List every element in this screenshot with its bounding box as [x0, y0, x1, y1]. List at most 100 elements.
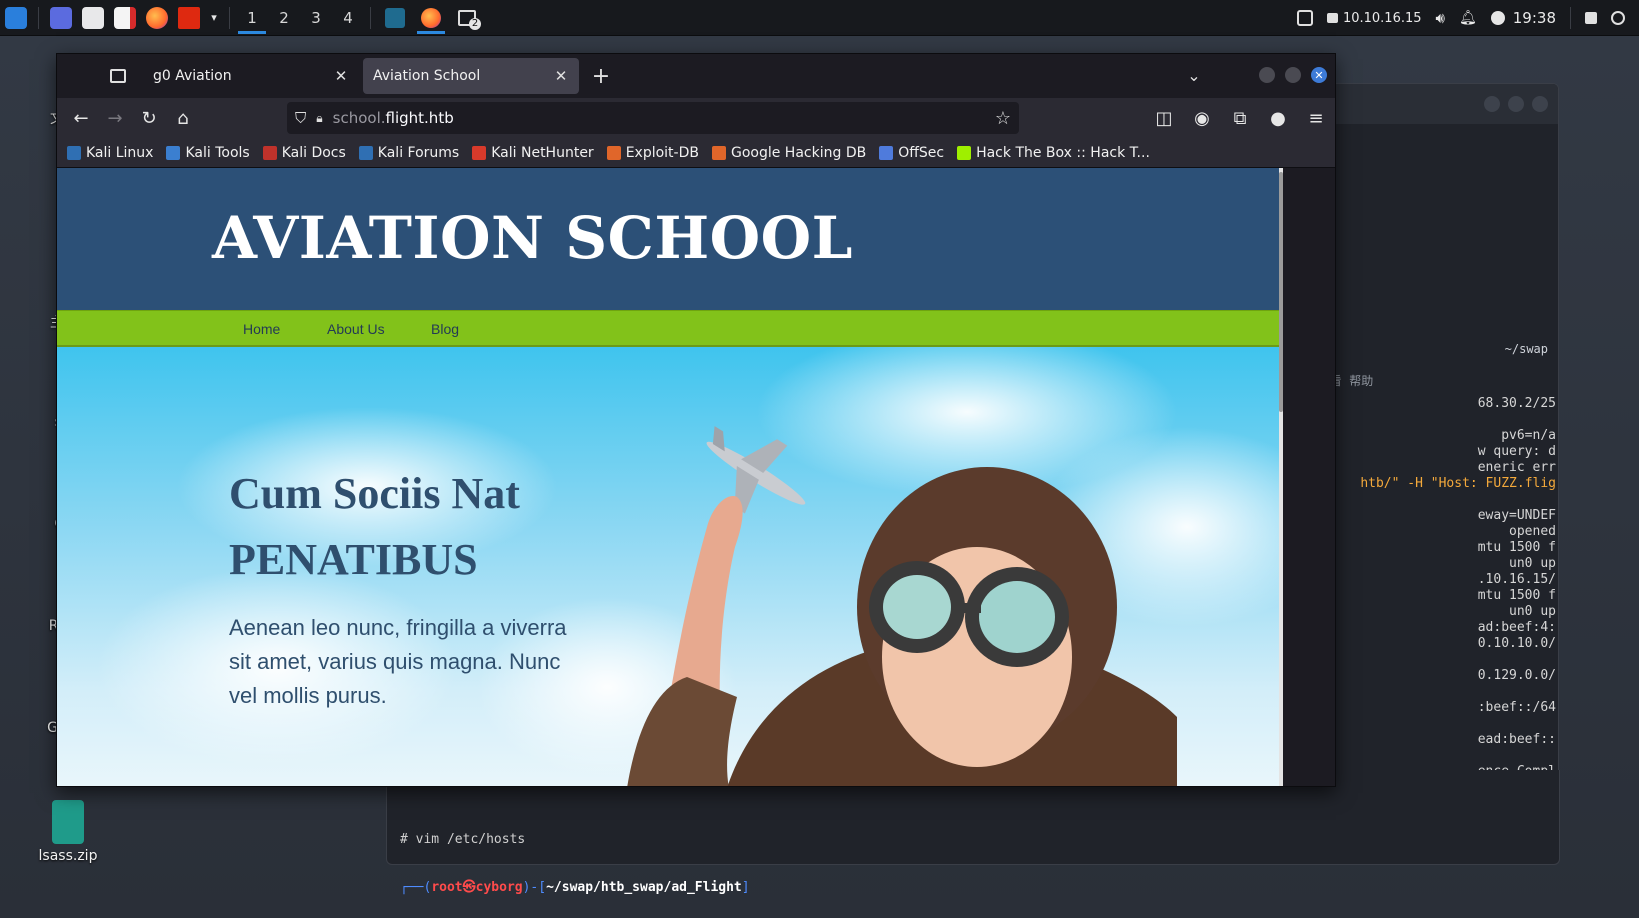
- vpn-indicator[interactable]: 10.10.16.15: [1326, 11, 1422, 26]
- bookmark-label: Kali Forums: [377, 144, 460, 161]
- bookmark-item[interactable]: Kali Linux: [67, 145, 153, 161]
- terminal-prompt[interactable]: # vim /etc/hosts ┌──(root㉿cyborg)-[~/swa…: [400, 800, 750, 918]
- lock-screen-icon[interactable]: [1585, 12, 1597, 24]
- nav-link-blog[interactable]: Blog: [431, 321, 459, 337]
- bookmark-label: Hack The Box :: Hack T...: [976, 144, 1150, 161]
- bookmark-item[interactable]: Exploit-DB: [606, 145, 699, 161]
- site-header: AVIATION SCHOOL: [57, 168, 1279, 310]
- prompt-path: ~/swap/htb_swap/ad_Flight: [546, 880, 742, 895]
- site-nav: Home About Us Blog: [57, 310, 1279, 347]
- minimize-button[interactable]: [1259, 67, 1275, 83]
- show-desktop-button[interactable]: [45, 0, 77, 36]
- desktop-icon: [50, 6, 72, 29]
- hero-paragraph: Aenean leo nunc, fringilla a viverra sit…: [229, 615, 567, 708]
- minimize-button[interactable]: [1484, 96, 1500, 112]
- reload-button[interactable]: ↻: [133, 102, 165, 134]
- terminal-title: ~/swap: [1504, 342, 1548, 356]
- page-info-icon[interactable]: 🔒︎: [316, 111, 322, 126]
- nav-link-home[interactable]: Home: [243, 321, 280, 337]
- firefox-icon: [146, 6, 168, 29]
- bookmark-label: Kali NetHunter: [491, 144, 594, 161]
- page-scrollbar[interactable]: [1279, 168, 1283, 786]
- hero-heading: Cum Sociis Nat PENATIBUS: [229, 461, 520, 593]
- bookmark-item[interactable]: Kali NetHunter: [472, 144, 594, 161]
- maximize-button[interactable]: [1285, 67, 1301, 83]
- previous-command: # vim /etc/hosts: [400, 832, 526, 847]
- scrollbar-thumb[interactable]: [1279, 172, 1283, 412]
- task-firefox[interactable]: [413, 0, 449, 36]
- workspace-1[interactable]: 1: [236, 0, 268, 36]
- power-icon: [1490, 11, 1505, 25]
- file-manager-launcher[interactable]: [77, 0, 109, 36]
- tab-g0-aviation[interactable]: g0 Aviation ✕: [143, 58, 359, 94]
- flag-launcher[interactable]: [173, 0, 205, 36]
- new-tab-button[interactable]: +: [585, 60, 617, 92]
- close-window-button[interactable]: ✕: [1311, 67, 1327, 83]
- taskbar: ▾ 1 2 3 4 2 10.10.16.15 🔊︎ 🔔︎ 19:38: [0, 0, 1639, 36]
- firefox-launcher[interactable]: [141, 0, 173, 36]
- extension-dark-circle-icon[interactable]: ●: [1267, 102, 1289, 134]
- desktop-icon-lsass-zip[interactable]: lsass.zip: [28, 800, 108, 864]
- firefox-window: g0 Aviation ✕ Aviation School ✕ + ⌄ ✕ ← …: [56, 53, 1336, 787]
- bookmark-item[interactable]: Hack The Box :: Hack T...: [957, 145, 1150, 161]
- logout-icon[interactable]: [1611, 11, 1625, 25]
- bookmark-label: Kali Tools: [185, 144, 250, 161]
- close-button[interactable]: [1532, 96, 1548, 112]
- taskbar-separator: [38, 6, 39, 29]
- tray-separator: [1570, 7, 1571, 29]
- bookmark-item[interactable]: Kali Docs: [262, 145, 346, 161]
- tab-aviation-school[interactable]: Aviation School ✕: [363, 58, 579, 94]
- bookmark-item[interactable]: Google Hacking DB: [711, 145, 866, 161]
- bookmark-item[interactable]: Kali Forums: [358, 144, 460, 161]
- close-tab-icon[interactable]: ✕: [333, 67, 349, 85]
- firefox-icon: [421, 7, 441, 28]
- hamburger-menu-icon[interactable]: ≡: [1305, 102, 1327, 134]
- screen-icon[interactable]: [1296, 10, 1313, 26]
- pocket-icon[interactable]: ◫: [1153, 102, 1175, 134]
- bookmark-favicon-icon: [472, 145, 487, 160]
- task-terminal[interactable]: 2: [449, 0, 485, 36]
- tab-bar: g0 Aviation ✕ Aviation School ✕ + ⌄ ✕: [57, 54, 1335, 98]
- bookmark-item[interactable]: Kali Tools: [166, 144, 250, 161]
- taskbar-separator: [229, 6, 230, 29]
- text-editor-launcher[interactable]: [109, 0, 141, 36]
- bookmark-favicon-icon: [711, 145, 726, 160]
- document-icon: [114, 6, 136, 29]
- close-tab-icon[interactable]: ✕: [553, 67, 569, 85]
- bookmark-favicon-icon: [166, 145, 181, 160]
- kali-menu-button[interactable]: [0, 0, 32, 36]
- url-bar[interactable]: ⛉ 🔒︎ school. flight.htb ☆: [287, 102, 1019, 134]
- prompt-user: root: [431, 880, 463, 895]
- toolbar-icons: ◫ ◉ ⧉ ● ≡: [1153, 102, 1329, 134]
- clock-area[interactable]: 19:38: [1490, 9, 1556, 27]
- bookmark-star-icon[interactable]: ☆: [995, 108, 1011, 129]
- nav-link-about-us[interactable]: About Us: [327, 321, 385, 337]
- desktop-icon-label: lsass.zip: [38, 848, 98, 864]
- list-all-tabs-button[interactable]: [97, 60, 139, 92]
- back-button[interactable]: ←: [65, 102, 97, 134]
- forward-button[interactable]: →: [99, 102, 131, 134]
- extensions-icon[interactable]: ⧉: [1229, 102, 1251, 134]
- task-app-1[interactable]: [377, 0, 413, 36]
- workspace-2[interactable]: 2: [268, 0, 300, 36]
- navigation-toolbar: ← → ↻ ⌂ ⛉ 🔒︎ school. flight.htb ☆ ◫ ◉ ⧉ ●…: [57, 98, 1335, 138]
- hero-banner: Cum Sociis Nat PENATIBUS Aenean leo nunc…: [57, 347, 1279, 786]
- volume-icon[interactable]: 🔊︎: [1436, 9, 1445, 27]
- kali-dragon-icon: [5, 6, 27, 29]
- china-flag-icon: [178, 6, 200, 29]
- workspace-4[interactable]: 4: [332, 0, 364, 36]
- tab-title: g0 Aviation: [153, 68, 232, 84]
- bookmark-item[interactable]: OffSec: [879, 145, 944, 161]
- tab-overflow-chevron-down-icon[interactable]: ⌄: [1179, 60, 1209, 90]
- maximize-button[interactable]: [1508, 96, 1524, 112]
- workspace-3[interactable]: 3: [300, 0, 332, 36]
- home-button[interactable]: ⌂: [167, 102, 199, 134]
- account-icon[interactable]: ◉: [1191, 102, 1213, 134]
- taskbar-separator: [370, 6, 371, 29]
- tracking-shield-icon[interactable]: ⛉: [295, 109, 306, 127]
- child-pilot-illustration: [627, 426, 1177, 786]
- url-host: flight.htb: [385, 109, 454, 127]
- notification-bell-icon[interactable]: 🔔︎: [1459, 10, 1477, 26]
- launcher-dropdown[interactable]: ▾: [205, 0, 223, 36]
- hero-heading-line-2: PENATIBUS: [229, 535, 478, 584]
